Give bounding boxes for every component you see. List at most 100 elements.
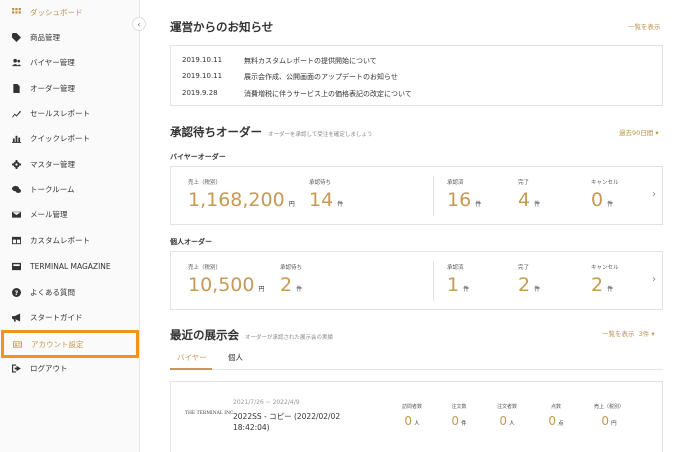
metric-label: 売上（税別）: [188, 265, 222, 271]
line-chart-icon: [10, 108, 22, 120]
tab-buyer[interactable]: バイヤー: [177, 352, 207, 363]
sidebar-item-dashboard[interactable]: ダッシュボード: [0, 0, 140, 25]
sidebar-item-custom-report[interactable]: カスタムレポート: [0, 228, 140, 253]
sidebar-item-label: オーダー管理: [30, 84, 75, 93]
active-tab-indicator: [170, 368, 212, 370]
metric-label: 承認済: [447, 180, 464, 186]
metric-value: 1: [447, 274, 460, 296]
metric-value: 0: [499, 414, 508, 428]
sidebar-item-start-guide[interactable]: スタートガイド: [0, 305, 140, 330]
notice-item[interactable]: 2019.9.28 消費増税に伴うサービス上の価格表記の改定について: [182, 89, 412, 99]
period-dropdown[interactable]: 過去90日間 ▾: [619, 127, 659, 137]
divider: [433, 261, 434, 301]
main-content: 運営からのお知らせ 一覧を表示 2019.10.11 無料カスタムレポートの提供…: [140, 0, 688, 452]
sidebar-item-label: アカウント設定: [31, 339, 84, 349]
sidebar-item-mail[interactable]: メール管理: [0, 202, 140, 227]
metric-label: キャンセル: [591, 180, 619, 186]
notice-date: 2019.10.11: [182, 56, 223, 64]
notice-date: 2019.10.11: [182, 72, 223, 80]
sidebar-item-orders[interactable]: オーダー管理: [0, 76, 140, 101]
document-icon: [10, 83, 22, 95]
metric-unit: 人: [414, 421, 420, 427]
metric-value: 0: [601, 414, 610, 428]
logout-icon: [10, 363, 22, 375]
metric-label: 完了: [518, 180, 530, 186]
notices-view-all-link[interactable]: 一覧を表示: [628, 21, 661, 31]
magazine-icon: [10, 261, 22, 273]
metric-value: 2: [280, 274, 293, 296]
individual-cancel-metric: キャンセル 2件: [591, 263, 619, 300]
sidebar-item-master[interactable]: マスター管理: [0, 152, 140, 177]
users-icon: [10, 57, 22, 69]
exhibition-period: 2021/7/26 ~ 2022/4/9: [233, 399, 300, 406]
sidebar-item-logout[interactable]: ログアウト: [0, 356, 140, 381]
sidebar-item-quick-report[interactable]: クイックレポート: [0, 126, 140, 151]
sidebar-item-label: セールスレポート: [30, 109, 90, 118]
buyer-sales-metric: 売上（税別） 1,168,200 円: [188, 178, 295, 215]
metric-unit: 件: [534, 286, 541, 293]
metric-label: 訪問者数: [401, 404, 422, 410]
chevron-right-icon[interactable]: ›: [652, 189, 656, 200]
notice-item[interactable]: 2019.10.11 無料カスタムレポートの提供開始について: [182, 56, 377, 66]
sidebar-item-label: スタートガイド: [30, 313, 83, 322]
metric-unit: 件: [296, 286, 303, 293]
notices-title: 運営からのお知らせ: [170, 20, 274, 34]
individual-orders-card[interactable]: 売上（税別） 10,500 円 承認待ち 2件 承認済 1件 完了 2件 キャンセ…: [170, 251, 663, 310]
notice-item[interactable]: 2019.10.11 展示会作成、公開画面のアップデートのお知らせ: [182, 72, 398, 82]
buyer-approved-metric: 承認済 16 件: [447, 178, 481, 215]
buyer-orders-card[interactable]: 売上（税別） 1,168,200 円 承認待ち 14 件 承認済 16 件 完了 4件…: [170, 166, 663, 225]
sidebar-item-faq[interactable]: ? よくある質問: [0, 280, 140, 305]
metric-value: 2: [518, 274, 531, 296]
exhibition-card[interactable]: THE TERMINAL INC. 2021/7/26 ~ 2022/4/9 2…: [170, 381, 663, 452]
sidebar-item-label: バイヤー管理: [30, 58, 75, 67]
metric-label: 点数: [550, 404, 561, 410]
app: ダッシュボード 商品管理 バイヤー管理 オーダー管理 セールスレポート クイック…: [0, 0, 688, 452]
metric-label: 承認済: [447, 265, 464, 271]
id-card-icon: [11, 338, 23, 350]
tab-individual[interactable]: 個人: [228, 352, 243, 363]
exhibitions-view-all[interactable]: 一覧を表示 3件 ▾: [602, 328, 655, 338]
caret-down-icon: ▾: [655, 129, 659, 137]
exhibition-sales-metric: 売上（税別） 0円: [584, 403, 634, 428]
sidebar-item-magazine[interactable]: TERMINAL MAGAZINE: [0, 254, 140, 279]
tag-icon: [10, 32, 22, 44]
sidebar-item-label: よくある質問: [30, 288, 75, 297]
exhibition-orderers-metric: 注文者数 0人: [482, 403, 532, 428]
table-icon: [10, 235, 22, 247]
sidebar-item-account-settings[interactable]: アカウント設定: [1, 330, 139, 358]
exhibitions-heading: 最近の展示会: [170, 328, 239, 342]
exhibition-name: 2022SS - コピー (2022/02/02 18:42:04): [233, 412, 341, 432]
chat-icon: [10, 184, 22, 196]
sidebar-item-label: TERMINAL MAGAZINE: [30, 262, 111, 271]
metric-label: 売上（税別）: [593, 404, 624, 410]
metric-label: 承認待ち: [280, 265, 303, 271]
metric-unit: 件: [607, 201, 614, 208]
metric-unit: 件: [463, 286, 470, 293]
metric-unit: 人: [509, 421, 515, 427]
sidebar-item-buyers[interactable]: バイヤー管理: [0, 50, 140, 75]
buyer-done-metric: 完了 4件: [518, 178, 540, 215]
megaphone-icon: [10, 312, 22, 324]
sidebar-item-talk-room[interactable]: トークルーム: [0, 177, 140, 202]
divider: [433, 176, 434, 216]
pending-orders-heading: 承認待ちオーダー: [170, 125, 262, 139]
sidebar-item-products[interactable]: 商品管理: [0, 25, 140, 50]
metric-value: 0: [548, 414, 557, 428]
metric-value: 1,168,200: [188, 189, 285, 211]
pending-orders-title: 承認待ちオーダー オーダーを承認して受注を確定しましょう: [170, 124, 372, 140]
bar-chart-icon: [10, 133, 22, 145]
period-label: 過去90日間: [619, 129, 654, 137]
mail-icon: [10, 209, 22, 221]
notice-text: 無料カスタムレポートの提供開始について: [244, 57, 377, 65]
metric-unit: 件: [475, 201, 482, 208]
exhibitions-title: 最近の展示会 オーダーが承認された展示会の実績: [170, 327, 333, 343]
sidebar-item-label: 商品管理: [30, 33, 60, 42]
metric-value: 2: [591, 274, 604, 296]
metric-label: 注文者数: [496, 404, 517, 410]
metric-value: 0: [404, 414, 413, 428]
sidebar-item-sales-report[interactable]: セールスレポート: [0, 101, 140, 126]
metric-label: 注文数: [451, 404, 467, 410]
notices-list: 2019.10.11 無料カスタムレポートの提供開始について 2019.10.1…: [170, 45, 663, 106]
chevron-right-icon[interactable]: ›: [652, 274, 656, 285]
metric-label: 売上（税別）: [188, 180, 222, 186]
